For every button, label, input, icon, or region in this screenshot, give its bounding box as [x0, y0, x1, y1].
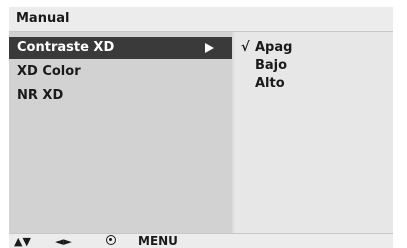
key-guide-bar: ▲▼ ◄► MENU — [9, 233, 393, 248]
menu-list: Contraste XD XD Color NR XD — [9, 32, 232, 233]
arrow-right-icon — [205, 43, 214, 53]
menu-item-label: NR XD — [17, 88, 64, 103]
menu-header: Manual — [9, 7, 393, 32]
option-bajo[interactable]: Bajo — [234, 58, 384, 76]
ok-button-icon — [106, 235, 116, 245]
checkmark-icon: √ — [241, 40, 250, 55]
menu-item-xd-color[interactable]: XD Color — [9, 61, 232, 83]
up-down-arrows-icon: ▲▼ — [14, 235, 31, 248]
option-label: Bajo — [255, 58, 288, 73]
menu-item-label: XD Color — [17, 64, 81, 79]
submenu-options: √ Apag Bajo Alto — [234, 32, 393, 233]
option-label: Apag — [255, 40, 293, 55]
osd-menu-window: Manual Contraste XD XD Color NR XD √ Apa… — [9, 7, 393, 248]
menu-title: Manual — [16, 11, 70, 26]
menu-key-label: MENU — [138, 234, 178, 248]
menu-item-label: Contraste XD — [17, 40, 115, 55]
option-alto[interactable]: Alto — [234, 76, 384, 94]
option-label: Alto — [255, 76, 285, 91]
menu-item-contraste-xd[interactable]: Contraste XD — [9, 37, 232, 59]
option-apag[interactable]: √ Apag — [234, 40, 384, 58]
left-right-arrows-icon: ◄► — [55, 235, 72, 248]
menu-item-nr-xd[interactable]: NR XD — [9, 85, 232, 107]
